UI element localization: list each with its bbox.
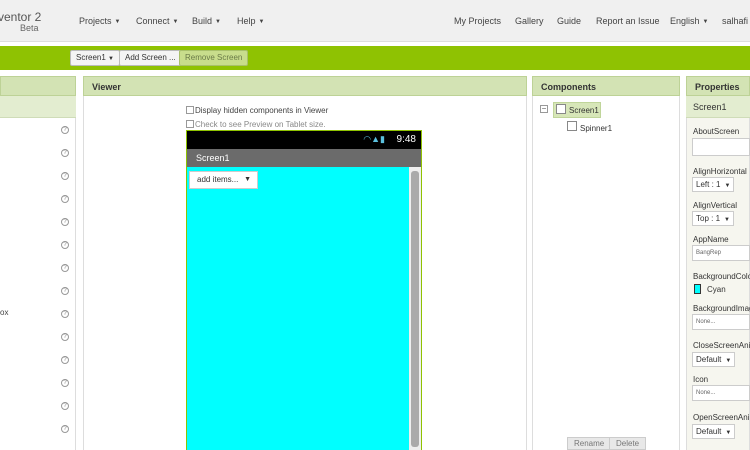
collapse-icon[interactable]: − [540, 105, 548, 113]
help-icon[interactable]: ? [61, 126, 69, 134]
components-header: Components [532, 76, 680, 96]
user-menu[interactable]: salhafi [722, 16, 748, 26]
property-label: Icon [693, 375, 709, 384]
app-logo-title[interactable]: ventor 2 [0, 10, 41, 24]
rename-button[interactable]: Rename [567, 437, 612, 450]
delete-button[interactable]: Delete [609, 437, 647, 450]
add-screen-button[interactable]: Add Screen ... [119, 50, 182, 66]
help-icon[interactable]: ? [61, 172, 69, 180]
open-screen-animation-select[interactable]: Default ▼ [692, 424, 736, 439]
remove-screen-button[interactable]: Remove Screen [179, 50, 249, 66]
align-horizontal-select[interactable]: Left : 1 ▼ [692, 177, 735, 192]
icon-input[interactable]: None... [692, 385, 750, 401]
palette-list: ? ? ? ? ? ? ? ? ox ? ? ? ? ? ? [0, 118, 76, 450]
menu-build[interactable]: Build ▼ [192, 16, 221, 26]
help-icon[interactable]: ? [61, 333, 69, 341]
help-icon[interactable]: ? [61, 310, 69, 318]
help-icon[interactable]: ? [61, 195, 69, 203]
spinner-component[interactable]: add items... ▼ [189, 171, 258, 189]
chevron-down-icon: ▼ [258, 19, 265, 25]
top-navbar: ventor 2 Beta Projects ▼ Connect ▼ Build ▼ … [0, 0, 750, 42]
background-color-value[interactable]: Cyan [707, 285, 750, 294]
menu-help[interactable]: Help ▼ [237, 16, 264, 26]
tree-item-spinner1[interactable]: Spinner1 [580, 124, 612, 133]
property-label: CloseScreenAnimation [693, 341, 750, 350]
palette-search-bar [0, 96, 76, 118]
phone-scrollbar[interactable] [409, 167, 421, 450]
app-name-input[interactable]: BangRep [692, 245, 750, 261]
link-report-issue[interactable]: Report an Issue [596, 16, 660, 26]
color-swatch[interactable] [694, 284, 701, 294]
about-screen-input[interactable] [692, 138, 750, 156]
chevron-down-icon: ▼ [114, 19, 121, 25]
help-icon[interactable]: ? [61, 218, 69, 226]
screen-toolbar: Screen1 ▼ Add Screen ... Remove Screen [0, 46, 750, 70]
tree-item-label[interactable]: Screen1 [569, 106, 599, 115]
chevron-down-icon: ▼ [725, 358, 732, 364]
property-label: AppName [693, 235, 729, 244]
language-menu[interactable]: English ▼ [670, 16, 708, 26]
link-guide[interactable]: Guide [557, 16, 581, 26]
close-screen-animation-select[interactable]: Default ▼ [692, 352, 736, 367]
viewer-header: Viewer [83, 76, 527, 96]
properties-component-name: Screen1 [686, 96, 750, 118]
scrollbar-thumb[interactable] [411, 171, 419, 447]
chevron-down-icon: ▼ [244, 176, 251, 183]
display-hidden-checkbox[interactable]: Display hidden components in Viewer [186, 106, 328, 115]
link-my-projects[interactable]: My Projects [454, 16, 501, 26]
align-vertical-select[interactable]: Top : 1 ▼ [692, 211, 734, 226]
palette-header [0, 76, 76, 96]
chevron-down-icon: ▼ [172, 19, 179, 25]
help-icon[interactable]: ? [61, 356, 69, 364]
chevron-down-icon: ▼ [725, 430, 732, 436]
chevron-down-icon: ▼ [724, 217, 730, 223]
background-image-input[interactable]: None... [692, 314, 750, 330]
status-time: 9:48 [396, 134, 416, 145]
property-label: BackgroundColor [693, 272, 750, 281]
help-icon[interactable]: ? [61, 379, 69, 387]
checkbox-box[interactable] [186, 106, 194, 114]
palette-item-label[interactable]: ox [0, 308, 8, 317]
chevron-down-icon: ▼ [215, 19, 221, 25]
chevron-down-icon: ▼ [724, 183, 731, 189]
phone-status-bar: ◠▲▮ 9:48 [187, 131, 421, 149]
property-label: AlignHorizontal [693, 167, 747, 176]
spinner-icon [567, 121, 577, 131]
property-label: OpenScreenAnimation [693, 413, 750, 422]
link-gallery[interactable]: Gallery [515, 16, 544, 26]
properties-header: Properties [686, 76, 750, 96]
phone-screen-title: Screen1 [187, 149, 421, 167]
property-label: AlignVertical [693, 201, 738, 210]
help-icon[interactable]: ? [61, 241, 69, 249]
help-icon[interactable]: ? [61, 264, 69, 272]
chevron-down-icon: ▼ [108, 56, 114, 62]
screen-icon [556, 104, 566, 114]
menu-connect[interactable]: Connect ▼ [136, 16, 178, 26]
screen-select[interactable]: Screen1 ▼ [70, 50, 120, 66]
help-icon[interactable]: ? [61, 402, 69, 410]
menu-projects[interactable]: Projects ▼ [79, 16, 120, 26]
phone-preview: ◠▲▮ 9:48 Screen1 add items... ▼ [186, 130, 422, 450]
help-icon[interactable]: ? [61, 425, 69, 433]
chevron-down-icon: ▼ [702, 19, 709, 25]
tablet-preview-checkbox[interactable]: Check to see Preview on Tablet size. [186, 120, 326, 129]
app-logo-subtitle: Beta [20, 23, 39, 33]
property-label: AboutScreen [693, 127, 740, 136]
wifi-signal-battery-icon: ◠▲▮ [363, 134, 385, 144]
components-panel [532, 96, 680, 450]
checkbox-box[interactable] [186, 120, 194, 128]
property-label: BackgroundImage [693, 304, 750, 313]
help-icon[interactable]: ? [61, 287, 69, 295]
phone-screen-canvas[interactable]: add items... ▼ [187, 167, 409, 450]
help-icon[interactable]: ? [61, 149, 69, 157]
